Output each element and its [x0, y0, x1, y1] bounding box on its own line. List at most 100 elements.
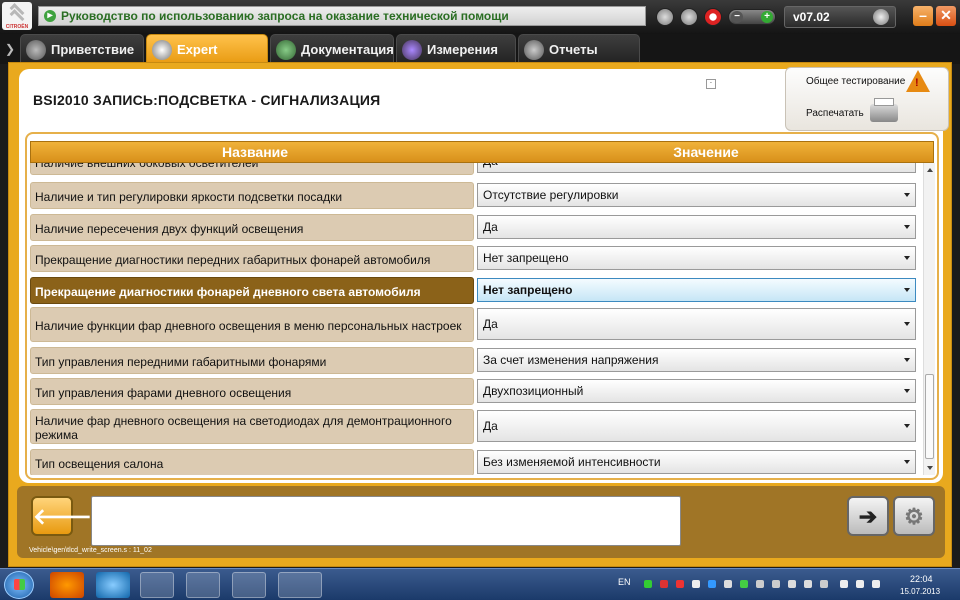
- tray-icon[interactable]: [772, 580, 780, 588]
- tab-welcome[interactable]: Приветствие: [20, 34, 144, 64]
- volume-icon[interactable]: [872, 580, 880, 588]
- scroll-up-icon[interactable]: [927, 168, 933, 172]
- ie-icon[interactable]: [96, 572, 130, 598]
- tab-documentation[interactable]: Документация: [270, 34, 394, 64]
- param-value-select[interactable]: Нет запрещено: [477, 246, 916, 270]
- dropdown-arrow-icon[interactable]: [904, 424, 910, 428]
- dropdown-arrow-icon[interactable]: [904, 460, 910, 464]
- network-app-icon[interactable]: [232, 572, 266, 598]
- table-row[interactable]: Наличие пересечения двух функций освещен…: [30, 213, 921, 243]
- param-value-select[interactable]: Отсутствие регулировки: [477, 183, 916, 207]
- clock-date[interactable]: 15.07.2013: [900, 587, 940, 596]
- tray-icon[interactable]: [708, 580, 716, 588]
- version-display[interactable]: v07.02: [784, 6, 896, 28]
- param-name: Тип управления передними габаритными фон…: [30, 347, 474, 374]
- main-tabs: ❯ Приветствие Expert Документация Измере…: [0, 34, 960, 64]
- param-name: Прекращение диагностики передних габарит…: [30, 245, 474, 272]
- param-value: Да: [483, 163, 498, 168]
- minimize-button[interactable]: –: [913, 6, 933, 26]
- media-player-icon[interactable]: [186, 572, 220, 598]
- diagbox-window: CITROËN ▸ Руководство по использованию з…: [0, 0, 960, 600]
- version-label: v07.02: [793, 10, 830, 24]
- param-name: Наличие фар дневного освещения на светод…: [30, 409, 474, 444]
- table-row[interactable]: Тип освещения салона Без изменяемой интен…: [30, 448, 921, 475]
- tab-expert[interactable]: Expert: [146, 34, 268, 64]
- param-value-select[interactable]: Нет запрещено: [477, 278, 916, 302]
- param-value-select[interactable]: Да: [477, 215, 916, 239]
- citroen-logo: CITROËN: [2, 2, 32, 30]
- tray-icon[interactable]: [756, 580, 764, 588]
- warning-icon[interactable]: !: [906, 70, 930, 92]
- tab-label: Документация: [301, 42, 394, 57]
- tab-reports[interactable]: Отчеты: [518, 34, 640, 64]
- param-value-select[interactable]: Двухпозиционный: [477, 379, 916, 403]
- dropdown-arrow-icon[interactable]: [904, 358, 910, 362]
- param-value-select[interactable]: Да: [477, 308, 916, 340]
- small-marker: ·: [706, 79, 716, 89]
- tray-icon[interactable]: [660, 580, 668, 588]
- table-row[interactable]: Тип управления передними габаритными фон…: [30, 346, 921, 376]
- tray-icon[interactable]: [692, 580, 700, 588]
- tray-icon[interactable]: [820, 580, 828, 588]
- dropdown-arrow-icon[interactable]: [904, 193, 910, 197]
- network-icon[interactable]: [856, 580, 864, 588]
- parameters-table: Название Значение Наличие внешних боковы…: [25, 132, 939, 480]
- page-title: BSI2010 ЗАПИСЬ:ПОДСВЕТКА - СИГНАЛИЗАЦИЯ: [33, 92, 381, 108]
- document-title-bar[interactable]: ▸ Руководство по использованию запроса н…: [38, 6, 646, 26]
- param-name: Наличие внешних боковых осветителей: [30, 163, 474, 175]
- minus-icon: −: [731, 11, 743, 23]
- table-row[interactable]: Наличие внешних боковых осветителей Да: [30, 163, 921, 177]
- param-value-select[interactable]: За счет изменения напряжения: [477, 348, 916, 372]
- table-row[interactable]: Тип управления фарами дневного освещения…: [30, 377, 921, 407]
- tab-measurements[interactable]: Измерения: [396, 34, 516, 64]
- param-value-select[interactable]: Да: [477, 163, 916, 173]
- dropdown-arrow-icon[interactable]: [904, 322, 910, 326]
- next-button[interactable]: ➔: [847, 496, 889, 536]
- language-indicator[interactable]: EN: [618, 577, 631, 587]
- table-row[interactable]: Наличие фар дневного освещения на светод…: [30, 408, 921, 446]
- printer-icon[interactable]: [870, 98, 898, 122]
- param-value: Нет запрещено: [483, 283, 573, 297]
- tray-icon[interactable]: [804, 580, 812, 588]
- table-row[interactable]: Прекращение диагностики фонарей дневного…: [30, 276, 921, 306]
- back-button[interactable]: 🡐: [31, 496, 92, 536]
- dropdown-arrow-icon[interactable]: [904, 256, 910, 260]
- table-row[interactable]: Наличие и тип регулировки яркости подсве…: [30, 181, 921, 211]
- clock-time[interactable]: 22:04: [910, 574, 933, 584]
- close-button[interactable]: ✕: [936, 6, 956, 26]
- scroll-down-icon[interactable]: [927, 466, 933, 470]
- top-bar: CITROËN ▸ Руководство по использованию з…: [0, 0, 960, 34]
- scroll-thumb[interactable]: [925, 374, 934, 459]
- param-value: Да: [483, 419, 498, 433]
- firefox-icon[interactable]: [50, 572, 84, 598]
- download-icon[interactable]: [656, 8, 674, 26]
- general-test-link[interactable]: Общее тестирование: [806, 76, 905, 87]
- connection-toggle[interactable]: − +: [728, 9, 776, 25]
- vertical-scrollbar[interactable]: [923, 163, 935, 475]
- battery-icon[interactable]: [840, 580, 848, 588]
- chevron-down-icon[interactable]: ❯: [0, 34, 20, 64]
- tray-icon[interactable]: [644, 580, 652, 588]
- tab-label: Приветствие: [51, 42, 135, 57]
- start-button[interactable]: [4, 571, 34, 599]
- dropdown-arrow-icon[interactable]: [904, 225, 910, 229]
- param-name: Наличие функции фар дневного освещения в…: [30, 307, 474, 342]
- tray-icon[interactable]: [676, 580, 684, 588]
- param-value-select[interactable]: Да: [477, 410, 916, 442]
- table-header: Название Значение: [30, 141, 934, 163]
- diagbox-taskbar-icon[interactable]: [278, 572, 322, 598]
- tray-icon[interactable]: [788, 580, 796, 588]
- tray-icon[interactable]: [724, 580, 732, 588]
- table-row[interactable]: Прекращение диагностики передних габарит…: [30, 244, 921, 274]
- explorer-icon[interactable]: [140, 572, 174, 598]
- param-value-select[interactable]: Без изменяемой интенсивности: [477, 450, 916, 474]
- tray-icon[interactable]: [740, 580, 748, 588]
- actions-panel: Общее тестирование ! Распечатать: [785, 67, 949, 131]
- print-link[interactable]: Распечатать: [806, 108, 864, 119]
- settings-button[interactable]: ⚙: [893, 496, 935, 536]
- dropdown-arrow-icon[interactable]: [904, 389, 910, 393]
- table-row[interactable]: Наличие функции фар дневного освещения в…: [30, 306, 921, 344]
- dropdown-arrow-icon[interactable]: [904, 288, 910, 292]
- user-icon[interactable]: [680, 8, 698, 26]
- target-icon[interactable]: [704, 8, 722, 26]
